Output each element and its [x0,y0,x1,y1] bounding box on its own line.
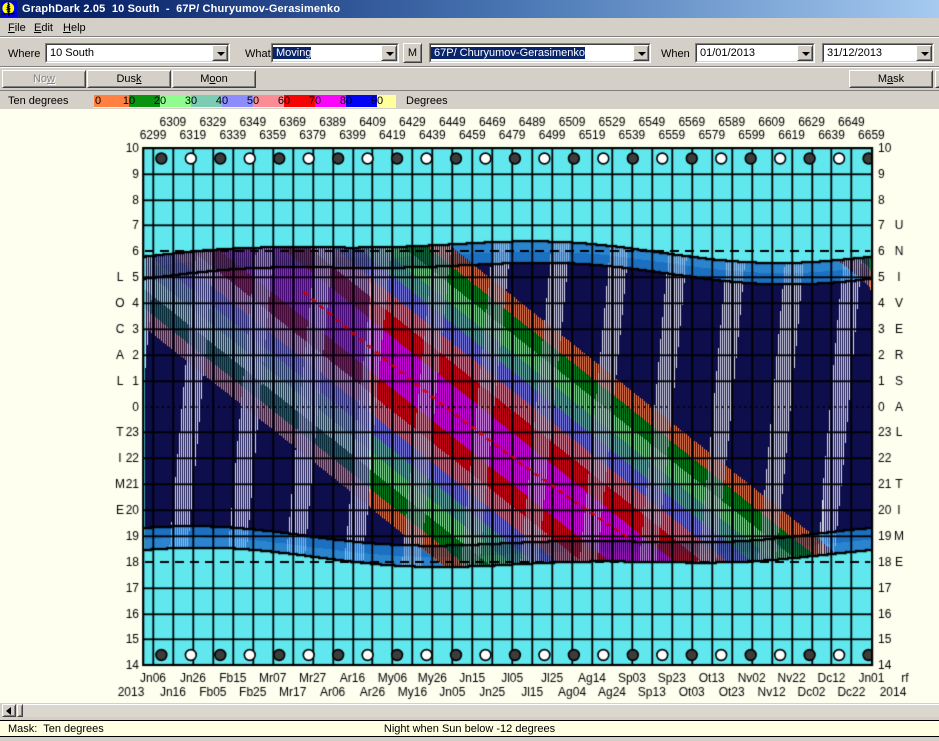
legend-unit: Degrees [406,95,448,107]
date-to-dropdown-button[interactable] [916,45,932,61]
menu-help[interactable]: Help [61,21,88,35]
graphdark-window: GraphDark 2.05 10 South - 67P/ Churyumov… [0,0,939,741]
menu-file[interactable]: File [6,21,28,35]
where-combobox[interactable]: 10 South [45,43,230,63]
legend-tick-0: 0 [95,95,101,108]
scrollbar-left-arrow[interactable] [2,704,16,717]
what-value: Moving [273,47,311,59]
where-value: 10 South [47,47,94,59]
date-from-combobox[interactable]: 01/01/2013 [695,43,815,63]
legend-strip: Ten degrees 0 10 20 30 40 50 60 70 80 90 Degrees [0,90,939,110]
legend-tick-50: 50 [247,95,259,108]
object-dropdown-button[interactable] [633,45,649,61]
cropped-button[interactable] [935,70,939,88]
status-night-text: Night when Sun below -12 degrees [0,723,939,735]
legend-tick-10: 10 [123,95,135,108]
legend-label: Ten degrees [8,95,69,107]
object-value: 67P/ Churyumov-Gerasimenko [431,47,585,59]
horizontal-scrollbar[interactable] [0,703,939,718]
date-from-dropdown-button[interactable] [797,45,813,61]
dropdown-arrow-icon [386,52,394,56]
legend-tick-60: 60 [278,95,290,108]
when-label: When [661,48,690,60]
legend-tick-80: 80 [340,95,352,108]
left-arrow-icon [6,707,11,715]
what-dropdown-button[interactable] [381,45,397,61]
toolbar-selectors: Where 10 South What Moving M 67P/ Churyu… [0,37,939,66]
title-bar[interactable]: GraphDark 2.05 10 South - 67P/ Churyumov… [0,0,939,18]
dusk-button[interactable]: Dusk [87,70,171,88]
dropdown-arrow-icon [217,52,225,56]
where-label: Where [8,48,40,60]
graphdark-app-icon [1,1,17,17]
dropdown-arrow-icon [638,52,646,56]
m-button[interactable]: M [403,43,422,63]
date-to-value: 31/12/2013 [824,47,882,59]
where-dropdown-button[interactable] [212,45,228,61]
window-title: GraphDark 2.05 10 South - 67P/ Churyumov… [22,3,340,15]
dropdown-arrow-icon [921,52,929,56]
legend-colorbar: 0 10 20 30 40 50 60 70 80 90 [94,95,396,108]
date-from-value: 01/01/2013 [697,47,755,59]
date-to-combobox[interactable]: 31/12/2013 [822,43,934,63]
legend-tick-70: 70 [309,95,321,108]
toolbar-commands: Now Dusk Moon Mask [0,66,939,90]
legend-tick-20: 20 [154,95,166,108]
visibility-chart-canvas[interactable] [0,110,939,703]
what-label: What [245,48,271,60]
dropdown-arrow-icon [802,52,810,56]
legend-tick-40: 40 [216,95,228,108]
mask-button[interactable]: Mask [849,70,933,88]
what-combobox[interactable]: Moving [271,43,399,63]
object-combobox[interactable]: 67P/ Churyumov-Gerasimenko [429,43,651,63]
now-button[interactable]: Now [2,70,86,88]
menu-bar: File Edit Help [0,18,939,37]
scrollbar-track[interactable] [23,704,939,717]
moon-button[interactable]: Moon [172,70,256,88]
legend-tick-30: 30 [185,95,197,108]
chart-area [0,110,939,703]
menu-edit[interactable]: Edit [32,21,55,35]
legend-tick-90: 90 [371,95,383,108]
status-bar: Mask: Ten degrees Night when Sun below -… [0,718,939,741]
